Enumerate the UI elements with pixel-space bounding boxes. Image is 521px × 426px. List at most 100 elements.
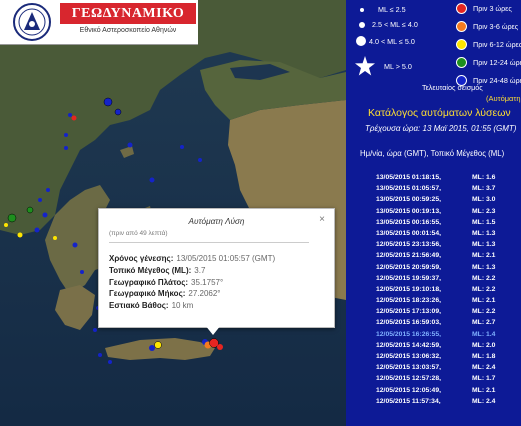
row-datetime[interactable]: 12/05/2015 11:57:34, <box>376 396 441 407</box>
catalog-row[interactable]: 13/05/2015 00:01:54, ML: 1.3 <box>346 228 521 239</box>
legend-magnitude-1: ML ≤ 2.5 <box>358 5 406 14</box>
event-marker <box>64 146 68 150</box>
yellow-dot-icon <box>456 39 467 50</box>
popup-field-longitude: Γεωγραφικό Μήκος: 27.2062° <box>109 289 221 299</box>
row-datetime[interactable]: 13/05/2015 00:19:13, <box>376 206 441 217</box>
event-marker <box>103 97 113 107</box>
catalog-row[interactable]: 12/05/2015 12:05:49, ML: 2.1 <box>346 385 521 396</box>
row-datetime[interactable]: 12/05/2015 12:05:49, <box>376 385 441 396</box>
row-datetime[interactable]: 12/05/2015 16:26:55, <box>376 329 441 340</box>
row-datetime[interactable]: 12/05/2015 14:42:59, <box>376 340 441 351</box>
row-datetime[interactable]: 12/05/2015 21:56:49, <box>376 250 441 261</box>
catalog-row[interactable]: 12/05/2015 14:42:59, ML: 2.0 <box>346 340 521 351</box>
row-magnitude: ML: 1.4 <box>472 330 496 338</box>
row-magnitude: ML: 2.1 <box>472 252 496 260</box>
legend-age-5: Πριν 24-48 ώρες <box>456 75 521 86</box>
catalog-row[interactable]: 13/05/2015 00:59:25, ML: 3.0 <box>346 194 521 205</box>
event-popup: Αυτόματη Λύση × (πριν από 49 λεπτά) Χρόν… <box>98 208 335 335</box>
row-magnitude: ML: 2.4 <box>472 397 496 405</box>
event-marker <box>42 212 48 218</box>
catalog-row[interactable]: 12/05/2015 12:57:28, ML: 1.7 <box>346 373 521 384</box>
event-marker <box>46 188 50 192</box>
popup-time-ago: (πριν από 49 λεπτά) <box>109 230 168 237</box>
event-marker <box>53 236 57 240</box>
row-magnitude: ML: 1.7 <box>472 375 496 383</box>
row-datetime[interactable]: 13/05/2015 00:01:54, <box>376 228 441 239</box>
row-datetime[interactable]: 13/05/2015 00:16:55, <box>376 217 441 228</box>
event-marker <box>98 353 102 357</box>
legend-panel: ML ≤ 2.5 2.5 < ML ≤ 4.0 4.0 < ML ≤ 5.0 M… <box>346 0 521 103</box>
close-icon[interactable]: × <box>319 214 325 225</box>
catalog-title: Κατάλογος αυτόματων λύσεων <box>368 107 511 119</box>
orange-dot-icon <box>456 21 467 32</box>
popup-title: Αυτόματη Λύση <box>188 217 245 226</box>
catalog-list: 13/05/2015 01:18:15, ML: 1.6 13/05/2015 01… <box>346 172 521 407</box>
institute-subtitle: Εθνικό Αστεροσκοπείο Αθηνών <box>79 27 177 34</box>
catalog-row[interactable]: 12/05/2015 19:10:18, ML: 2.2 <box>346 284 521 295</box>
row-magnitude: ML: 2.0 <box>472 341 496 349</box>
catalog-row[interactable]: 12/05/2015 23:13:56, ML: 1.3 <box>346 239 521 250</box>
row-datetime[interactable]: 13/05/2015 00:59:25, <box>376 194 441 205</box>
event-marker <box>38 198 42 202</box>
catalog-row[interactable]: 12/05/2015 11:57:34, ML: 2.4 <box>346 396 521 407</box>
catalog-row[interactable]: 12/05/2015 20:59:59, ML: 1.3 <box>346 262 521 273</box>
red-dot-icon <box>456 3 467 14</box>
row-datetime[interactable]: 12/05/2015 12:57:28, <box>376 373 441 384</box>
catalog-row[interactable]: 13/05/2015 01:18:15, ML: 1.6 <box>346 172 521 183</box>
row-datetime[interactable]: 12/05/2015 13:03:57, <box>376 362 441 373</box>
event-marker <box>149 345 155 351</box>
large-dot-icon <box>356 36 366 46</box>
catalog-row[interactable]: 13/05/2015 01:05:57, ML: 3.7 <box>346 183 521 194</box>
row-magnitude: ML: 1.3 <box>472 263 496 271</box>
catalog-header: Ημ/νία, ώρα (GMT), Τοπικό Μέγεθος (ML) <box>360 149 505 158</box>
row-datetime[interactable]: 12/05/2015 18:23:26, <box>376 295 441 306</box>
popup-field-depth: Εστιακό Βάθος: 10 km <box>109 301 194 311</box>
blue-dot-icon <box>456 75 467 86</box>
row-magnitude: ML: 2.3 <box>472 207 496 215</box>
row-datetime[interactable]: 12/05/2015 19:10:18, <box>376 284 441 295</box>
legend-magnitude-4: ML > 5.0 <box>354 55 412 77</box>
star-icon <box>355 56 375 76</box>
row-datetime[interactable]: 12/05/2015 17:13:09, <box>376 306 441 317</box>
seal-icon <box>13 3 51 41</box>
catalog-row[interactable]: 12/05/2015 13:03:57, ML: 2.4 <box>346 362 521 373</box>
row-datetime[interactable]: 13/05/2015 01:05:57, <box>376 183 441 194</box>
legend-age-2: Πριν 3-6 ώρες <box>456 21 518 32</box>
event-marker <box>108 360 112 364</box>
row-magnitude: ML: 1.8 <box>472 353 496 360</box>
event-marker <box>17 232 23 238</box>
green-dot-icon <box>456 57 467 68</box>
row-magnitude: ML: 2.1 <box>472 297 496 305</box>
row-datetime[interactable]: 12/05/2015 19:59:37, <box>376 273 441 284</box>
row-datetime[interactable]: 12/05/2015 23:13:56, <box>376 239 441 250</box>
row-datetime[interactable]: 12/05/2015 13:06:32, <box>376 351 441 362</box>
event-marker <box>217 344 223 350</box>
catalog-row[interactable]: 12/05/2015 16:26:55, ML: 1.4 <box>346 329 521 340</box>
row-datetime[interactable]: 12/05/2015 16:59:03, <box>376 317 441 328</box>
catalog-row[interactable]: 13/05/2015 00:16:55, ML: 1.5 <box>346 217 521 228</box>
row-magnitude: ML: 2.1 <box>472 386 496 394</box>
row-magnitude: ML: 2.2 <box>472 274 496 282</box>
row-magnitude: ML: 3.7 <box>472 185 496 193</box>
catalog-row[interactable]: 12/05/2015 21:56:49, ML: 2.1 <box>346 250 521 261</box>
catalog-row[interactable]: 13/05/2015 00:19:13, ML: 2.3 <box>346 206 521 217</box>
popup-divider <box>109 242 309 243</box>
row-magnitude: ML: 2.2 <box>472 285 496 293</box>
row-magnitude: ML: 2.4 <box>472 364 496 372</box>
catalog-row[interactable]: 12/05/2015 13:06:32, ML: 1.8 <box>346 351 521 362</box>
catalog-row[interactable]: 12/05/2015 18:23:26, ML: 2.1 <box>346 295 521 306</box>
event-marker <box>26 206 34 214</box>
row-datetime[interactable]: 13/05/2015 01:18:15, <box>376 172 441 183</box>
current-time: Τρέχουσα ώρα: 13 Μαϊ 2015, 01:55 (GMT) <box>365 124 517 133</box>
event-marker <box>114 108 122 116</box>
event-marker <box>127 142 133 148</box>
row-magnitude: ML: 1.5 <box>472 218 496 226</box>
row-datetime[interactable]: 12/05/2015 20:59:59, <box>376 262 441 273</box>
event-marker <box>80 270 84 274</box>
catalog-row[interactable]: 12/05/2015 19:59:37, ML: 2.2 <box>346 273 521 284</box>
catalog-row[interactable]: 12/05/2015 17:13:09, ML: 2.2 <box>346 306 521 317</box>
institute-name: ΓΕΩΔΥΝΑΜΙΚΟ ΙΝΣΤΙΤΟΥΤΟ <box>60 3 196 42</box>
legend-magnitude-3: 4.0 < ML ≤ 5.0 <box>356 36 415 46</box>
catalog-row[interactable]: 12/05/2015 16:59:03, ML: 2.7 <box>346 317 521 328</box>
popup-field-latitude: Γεωγραφικό Πλάτος: 35.1757° <box>109 277 224 287</box>
